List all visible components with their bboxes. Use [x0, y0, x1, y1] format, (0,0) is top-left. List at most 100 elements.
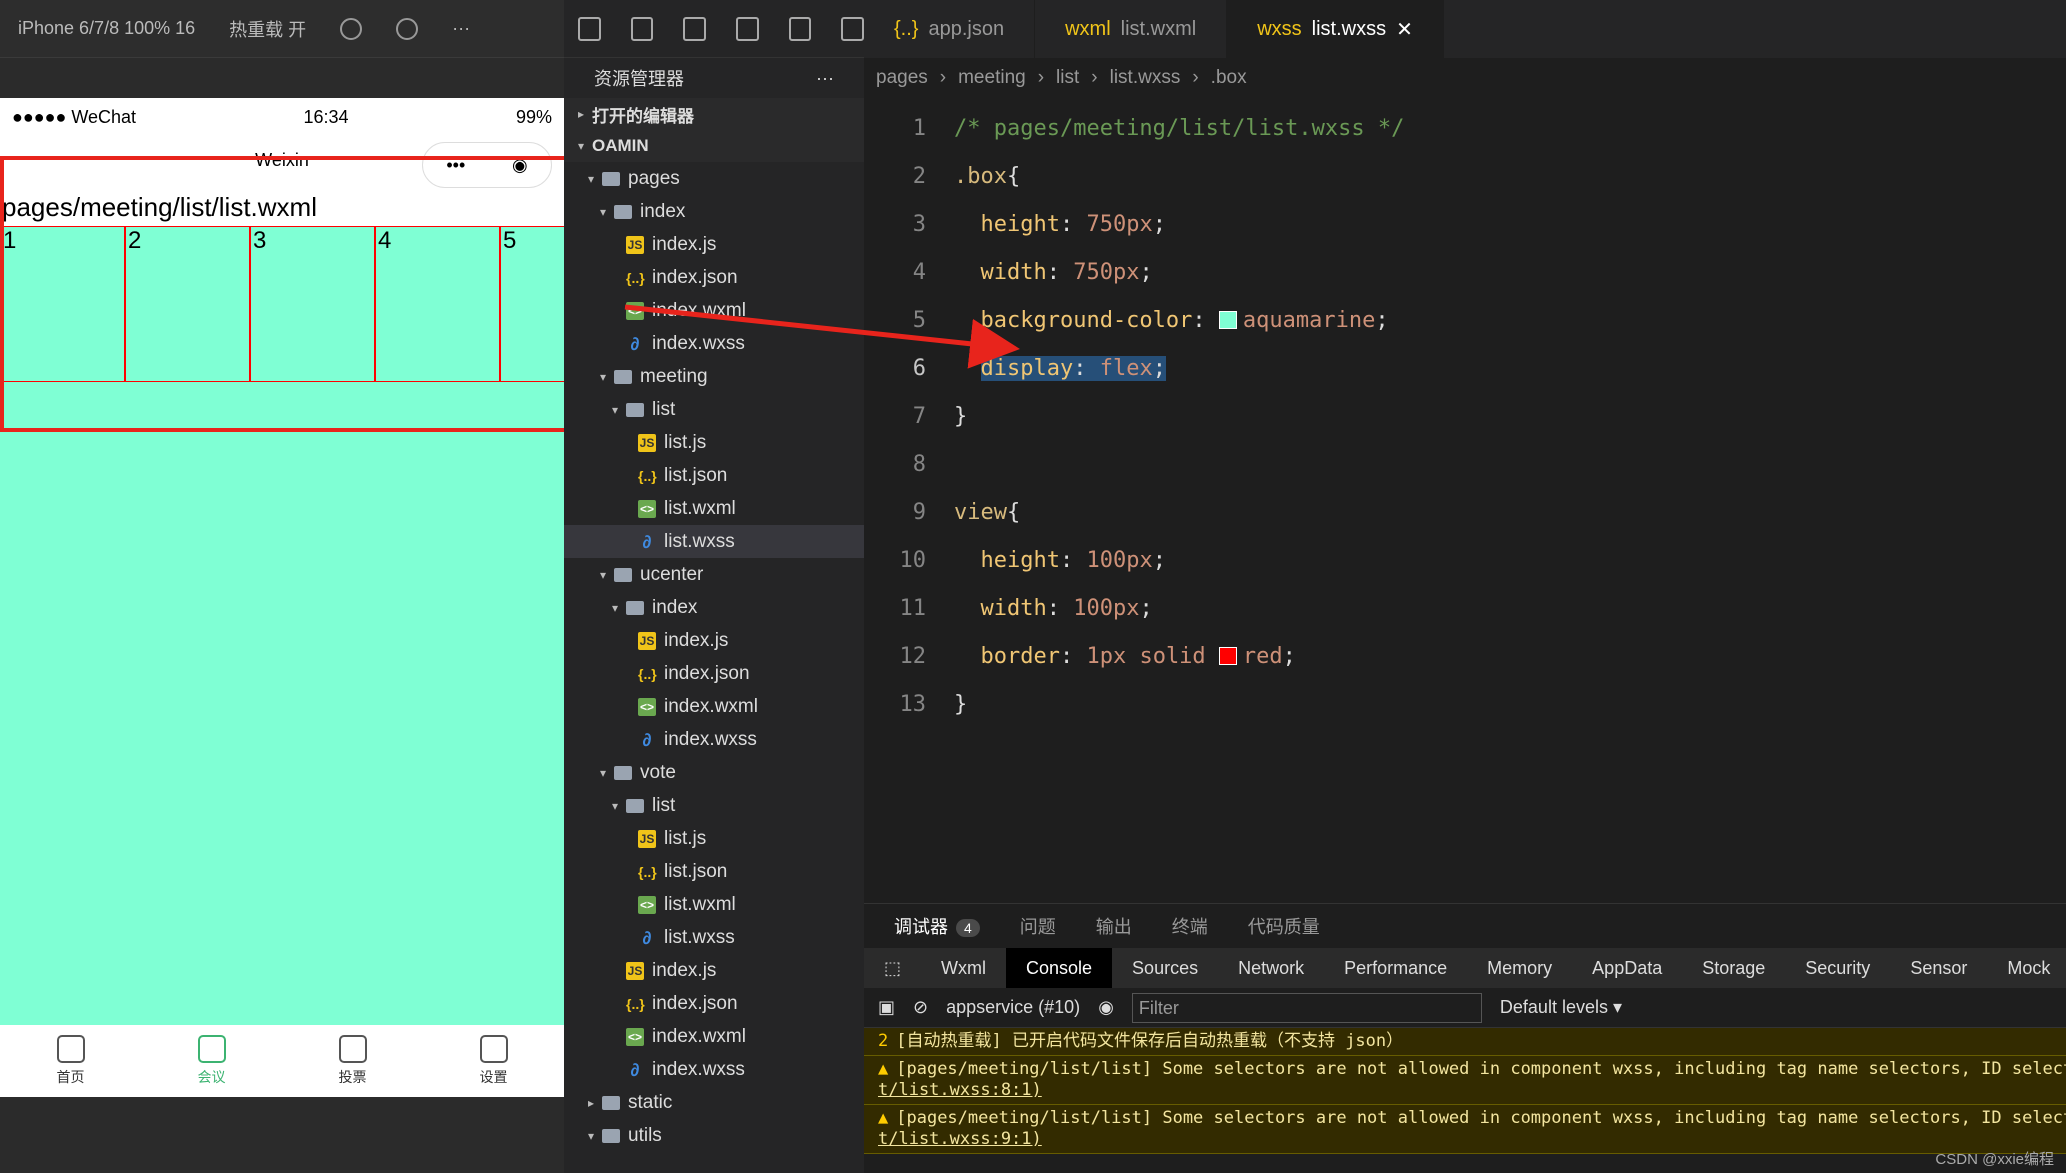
capsule-close-icon[interactable]: ◉	[512, 155, 528, 176]
devtools-tab[interactable]: Sensor	[1890, 948, 1987, 988]
tree-item-folder[interactable]: ▾ pages	[564, 162, 864, 195]
tree-item-folder[interactable]: ▾ meeting	[564, 360, 864, 393]
refresh-icon[interactable]	[340, 17, 363, 40]
capsule-more-icon[interactable]: •••	[446, 155, 465, 176]
tree-item-json[interactable]: {..} index.json	[564, 657, 864, 690]
eye-icon[interactable]: ◉	[1098, 997, 1114, 1018]
tree-item-js[interactable]: JS list.js	[564, 822, 864, 855]
tree-item-js[interactable]: JS index.js	[564, 228, 864, 261]
tree-item-js[interactable]: JS list.js	[564, 426, 864, 459]
tree-item-json[interactable]: {..} list.json	[564, 855, 864, 888]
devtools-tab[interactable]: Wxml	[921, 948, 1006, 988]
menu-capsule[interactable]: ••• ◉	[422, 142, 552, 188]
tree-item-folder[interactable]: ▾ utils	[564, 1119, 864, 1152]
tree-item-folder[interactable]: ▾ index	[564, 195, 864, 228]
devtools-tab[interactable]: Network	[1218, 948, 1324, 988]
panel-tab[interactable]: 调试器 4	[894, 913, 980, 939]
breadcrumb-item[interactable]: list.wxss	[1110, 67, 1181, 89]
breadcrumb-item[interactable]: meeting	[958, 67, 1026, 89]
open-editors-section[interactable]: ▸ 打开的编辑器	[564, 98, 864, 130]
tree-item-folder[interactable]: ▾ index	[564, 591, 864, 624]
tree-item-label: list.wxml	[664, 893, 736, 915]
panel-tab[interactable]: 代码质量	[1248, 913, 1320, 939]
devtools-tab[interactable]: Performance	[1324, 948, 1467, 988]
tab-0[interactable]: 首页	[56, 1035, 85, 1087]
code-area[interactable]: 1 /* pages/meeting/list/list.wxss */ 2 .box…	[864, 98, 2066, 728]
line-number: 5	[912, 307, 926, 333]
tree-item-wxss[interactable]: ∂ index.wxss	[564, 1053, 864, 1086]
editor-tab[interactable]: {..} app.json	[864, 0, 1036, 58]
tab-2[interactable]: 投票	[338, 1035, 367, 1087]
breadcrumb-item[interactable]: pages	[876, 67, 928, 89]
tree-item-wxml[interactable]: <> index.wxml	[564, 690, 864, 723]
explorer-more-icon[interactable]: ···	[816, 68, 834, 89]
editor-tab[interactable]: wxml list.wxml	[1035, 0, 1228, 58]
code-token: }	[954, 403, 968, 429]
tree-item-wxml[interactable]: <> list.wxml	[564, 492, 864, 525]
extensions-icon[interactable]	[736, 16, 759, 41]
tree-item-folder[interactable]: ▸ static	[564, 1086, 864, 1119]
tree-item-folder[interactable]: ▾ list	[564, 393, 864, 426]
line-text: height: 750px;	[954, 212, 1165, 237]
panel-tab[interactable]: 终端	[1172, 913, 1208, 939]
tree-item-label: index.js	[664, 629, 729, 651]
context-select[interactable]: appservice (#10)	[946, 997, 1080, 1018]
tree-item-js[interactable]: JS index.js	[564, 624, 864, 657]
filter-input[interactable]: Filter	[1131, 992, 1482, 1023]
tree-item-label: utils	[628, 1124, 662, 1146]
clear-console-icon[interactable]: ⊘	[913, 997, 928, 1018]
stop-icon[interactable]	[396, 17, 419, 40]
tree-caret-icon: ▸	[588, 1095, 595, 1110]
devtools-tab[interactable]: Storage	[1682, 948, 1785, 988]
devtools-tab[interactable]: Memory	[1467, 948, 1572, 988]
files-icon[interactable]	[578, 16, 601, 41]
source-control-icon[interactable]	[683, 16, 707, 41]
close-icon[interactable]: ✕	[1396, 17, 1413, 42]
tree-item-wxml[interactable]: <> list.wxml	[564, 888, 864, 921]
tab-1[interactable]: 会议	[197, 1035, 226, 1087]
tree-item-folder[interactable]: ▾ list	[564, 789, 864, 822]
source-link[interactable]: t/list.wxss:9:1)	[878, 1129, 1042, 1149]
tree-item-folder[interactable]: ▾ ucenter	[564, 558, 864, 591]
devtools-tab[interactable]: Mock	[1987, 948, 2066, 988]
tree-item-label: index.wxss	[652, 332, 745, 354]
tree-item-wxss[interactable]: ∂ list.wxss	[564, 525, 864, 558]
panel-tab[interactable]: 问题	[1020, 913, 1056, 939]
devtools-tab[interactable]: AppData	[1572, 948, 1682, 988]
tree-item-json[interactable]: {..} list.json	[564, 459, 864, 492]
tree-item-wxml[interactable]: <> index.wxml	[564, 294, 864, 327]
tree-item-js[interactable]: JS index.js	[564, 954, 864, 987]
inspect-icon[interactable]: ⬚	[864, 948, 921, 988]
levels-select[interactable]: Default levels ▾	[1500, 997, 1622, 1018]
editor-tab[interactable]: wxss list.wxss ✕	[1227, 0, 1444, 58]
search-icon[interactable]	[630, 16, 654, 41]
panel-tab[interactable]: 输出	[1096, 913, 1132, 939]
tree-caret-icon: ▾	[588, 171, 595, 186]
tree-item-wxss[interactable]: ∂ index.wxss	[564, 723, 864, 756]
tree-item-folder[interactable]: ▾ vote	[564, 756, 864, 789]
device-select[interactable]: iPhone 6/7/8 100% 16	[18, 18, 195, 39]
source-link[interactable]: t/list.wxss:8:1)	[878, 1080, 1042, 1100]
tree-item-wxss[interactable]: ∂ list.wxss	[564, 921, 864, 954]
devtools-tab[interactable]: Security	[1785, 948, 1890, 988]
tree-item-wxml[interactable]: <> index.wxml	[564, 1020, 864, 1053]
devtools-tab[interactable]: Sources	[1112, 948, 1218, 988]
breadcrumb-item[interactable]: .box	[1211, 67, 1247, 89]
layout-icon[interactable]	[788, 16, 812, 41]
devtools-tab[interactable]: Console	[1006, 948, 1113, 988]
tree-item-json[interactable]: {..} index.json	[564, 987, 864, 1020]
carrier: ●●●●● WeChat	[12, 106, 137, 127]
tree-item-label: index.wxml	[652, 1025, 746, 1047]
status-bar: ●●●●● WeChat 16:34 99%	[0, 98, 564, 136]
line-number: 1	[912, 115, 926, 141]
hotreload-toggle[interactable]: 热重载 开	[229, 16, 306, 42]
tree-item-json[interactable]: {..} index.json	[564, 261, 864, 294]
breadcrumb: pages › meeting › list › list.wxss › .box	[864, 58, 2066, 98]
project-section[interactable]: ▾ OAMIN	[564, 130, 864, 162]
more-icon[interactable]: ···	[452, 18, 470, 39]
sidebar-toggle-icon[interactable]: ▣	[878, 997, 895, 1018]
tab-3[interactable]: 设置	[479, 1035, 508, 1087]
docker-icon[interactable]	[841, 16, 865, 41]
tree-item-wxss[interactable]: ∂ index.wxss	[564, 327, 864, 360]
breadcrumb-item[interactable]: list	[1056, 67, 1079, 89]
